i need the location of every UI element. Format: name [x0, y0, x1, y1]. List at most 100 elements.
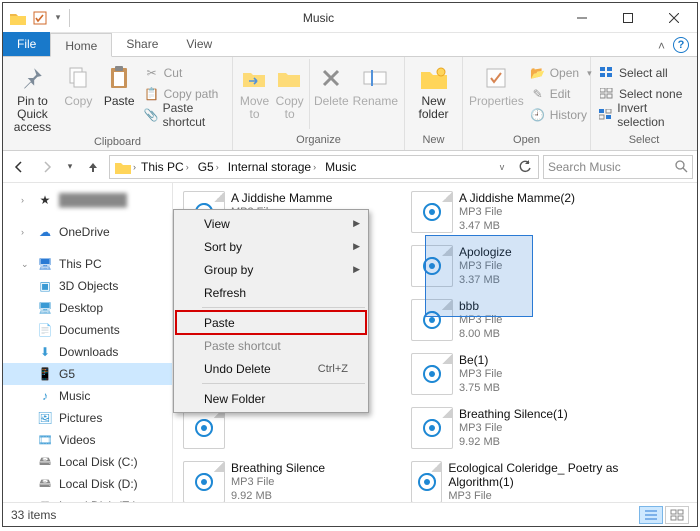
file-item[interactable]: Breathing Silence(1)MP3 File9.92 MB: [407, 405, 627, 457]
recent-locations-button[interactable]: ▾: [63, 155, 77, 179]
new-folder-button[interactable]: New folder: [411, 59, 456, 121]
window-title: Music: [78, 11, 559, 25]
file-size: 3.75 MB: [459, 381, 502, 395]
nav-bar: ▾ › This PC› G5› Internal storage› Music…: [3, 151, 697, 183]
cm-new-folder[interactable]: New Folder: [176, 387, 366, 410]
tab-view[interactable]: View: [172, 32, 226, 56]
crumb-music[interactable]: Music: [321, 156, 360, 178]
address-bar[interactable]: › This PC› G5› Internal storage› Music v: [109, 155, 539, 179]
back-button[interactable]: [7, 155, 31, 179]
cm-paste-shortcut[interactable]: Paste shortcut: [176, 334, 366, 357]
select-none-icon: [599, 86, 615, 102]
addr-dropdown-icon[interactable]: v: [491, 162, 513, 172]
tree-quick-access[interactable]: ›★████████: [3, 189, 172, 211]
view-large-icons-button[interactable]: [665, 506, 689, 524]
file-size: 3.37 MB: [459, 273, 512, 287]
tree-videos[interactable]: 🎞Videos: [3, 429, 172, 451]
maximize-button[interactable]: [605, 3, 651, 33]
paste-icon: [104, 63, 134, 93]
copypath-icon: 📋: [144, 86, 160, 102]
file-item[interactable]: Be(1)MP3 File3.75 MB: [407, 351, 627, 403]
properties-button[interactable]: Properties: [469, 59, 524, 108]
file-item[interactable]: A Jiddishe Mamme(2)MP3 File3.47 MB: [407, 189, 627, 241]
file-name: Be(1): [459, 353, 502, 367]
cm-sort-by[interactable]: Sort by▶: [176, 235, 366, 258]
cm-group-by[interactable]: Group by▶: [176, 258, 366, 281]
select-all-button[interactable]: Select all: [597, 63, 691, 83]
tree-local-c[interactable]: 🖴Local Disk (C:): [3, 451, 172, 473]
file-item[interactable]: ApologizeMP3 File3.37 MB: [407, 243, 627, 295]
refresh-icon[interactable]: [514, 160, 536, 174]
pin-quick-access-button[interactable]: Pin to Quick access: [9, 59, 56, 134]
video-icon: 🎞: [37, 432, 53, 448]
file-name: Breathing Silence: [231, 461, 325, 475]
file-type: MP3 File: [459, 313, 502, 327]
move-to-icon: [240, 63, 270, 93]
delete-button[interactable]: Delete: [314, 59, 349, 108]
tab-home[interactable]: Home: [50, 33, 112, 57]
group-label-clipboard: Clipboard: [9, 134, 226, 150]
copy-to-button[interactable]: Copy to: [274, 59, 305, 121]
copy-button[interactable]: Copy: [60, 59, 97, 108]
forward-button[interactable]: [35, 155, 59, 179]
history-icon: 🕘: [530, 107, 546, 123]
file-name: bbb: [459, 299, 502, 313]
file-name: Ecological Coleridge_ Poetry as Algorith…: [448, 461, 623, 489]
edit-button[interactable]: ✎Edit: [528, 84, 594, 104]
ribbon: Pin to Quick access Copy Paste ✂Cut 📋 Cop…: [3, 57, 697, 151]
invert-selection-button[interactable]: Invert selection: [597, 105, 691, 125]
file-item[interactable]: Ecological Coleridge_ Poetry as Algorith…: [407, 459, 627, 502]
rename-button[interactable]: Rename: [353, 59, 398, 108]
collapse-ribbon-icon[interactable]: ˄: [658, 39, 665, 53]
file-item[interactable]: bbbMP3 File8.00 MB: [407, 297, 627, 349]
tree-desktop[interactable]: 🖥Desktop: [3, 297, 172, 319]
phone-icon: 📱: [37, 366, 53, 382]
crumb-this-pc[interactable]: This PC›: [137, 156, 193, 178]
file-item[interactable]: Breathing SilenceMP3 File9.92 MB: [179, 459, 399, 502]
search-icon: [675, 160, 688, 173]
minimize-button[interactable]: [559, 3, 605, 33]
paste-shortcut-button[interactable]: 📎Paste shortcut: [142, 105, 226, 125]
tab-file[interactable]: File: [3, 32, 50, 56]
group-label-select: Select: [597, 132, 691, 148]
open-icon: 📂: [530, 65, 546, 81]
tree-pictures[interactable]: 🖼Pictures: [3, 407, 172, 429]
move-to-button[interactable]: Move to: [239, 59, 270, 121]
paste-button[interactable]: Paste: [101, 59, 138, 108]
tree-onedrive[interactable]: ›☁OneDrive: [3, 221, 172, 243]
tree-local-d[interactable]: 🖴Local Disk (D:): [3, 473, 172, 495]
help-icon[interactable]: ?: [673, 37, 689, 53]
mp3-file-icon: [411, 191, 453, 233]
file-type: MP3 File: [459, 259, 512, 273]
tree-documents[interactable]: 📄Documents: [3, 319, 172, 341]
cm-view[interactable]: View▶: [176, 212, 366, 235]
tree-3d-objects[interactable]: ▣3D Objects: [3, 275, 172, 297]
cm-paste[interactable]: Paste: [176, 311, 366, 334]
download-icon: ⬇: [37, 344, 53, 360]
up-button[interactable]: [81, 155, 105, 179]
qat-dropdown-icon[interactable]: ▾: [53, 9, 63, 27]
tree-downloads[interactable]: ⬇Downloads: [3, 341, 172, 363]
crumb-internal-storage[interactable]: Internal storage›: [224, 156, 320, 178]
mp3-file-icon: [411, 353, 453, 395]
tree-music[interactable]: ♪Music: [3, 385, 172, 407]
close-button[interactable]: [651, 3, 697, 33]
cm-undo-delete[interactable]: Undo DeleteCtrl+Z: [176, 357, 366, 380]
crumb-sep-icon[interactable]: ›: [133, 162, 136, 172]
file-size: 3.47 MB: [459, 219, 575, 233]
view-details-button[interactable]: [639, 506, 663, 524]
file-type: MP3 File: [459, 367, 502, 381]
cut-button[interactable]: ✂Cut: [142, 63, 226, 83]
history-button[interactable]: 🕘History: [528, 105, 594, 125]
cm-refresh[interactable]: Refresh: [176, 281, 366, 304]
tree-g5[interactable]: 📱G5: [3, 363, 172, 385]
crumb-g5[interactable]: G5›: [194, 156, 223, 178]
properties-qat-icon[interactable]: [31, 9, 49, 27]
tree-local-e[interactable]: 🖴Local Disk (E:): [3, 495, 172, 502]
group-label-open: Open: [469, 132, 584, 148]
tab-share[interactable]: Share: [112, 32, 172, 56]
open-button[interactable]: 📂Open▾: [528, 63, 594, 83]
search-input[interactable]: Search Music: [543, 155, 693, 179]
tree-this-pc[interactable]: ⌄🖥This PC: [3, 253, 172, 275]
file-type: MP3 File: [459, 205, 575, 219]
